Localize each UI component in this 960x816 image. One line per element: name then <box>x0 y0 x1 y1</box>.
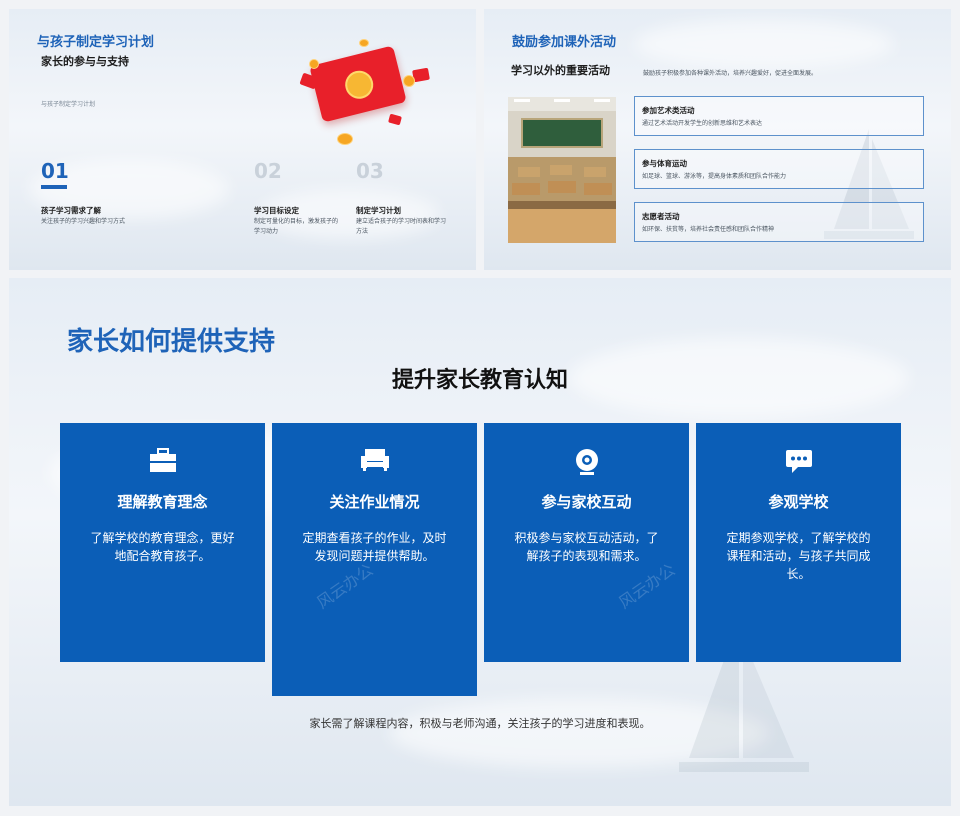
slide-description: 鼓励孩子积极参加各种课外活动，培养兴趣爱好，促进全面发展。 <box>643 70 818 77</box>
step-number: 01 <box>41 159 69 183</box>
classroom-photo <box>508 97 616 243</box>
step-heading: 孩子学习需求了解 <box>41 206 101 215</box>
step-heading: 制定学习计划 <box>356 206 401 215</box>
step-desc: 建立适合孩子的学习时间表和学习方法 <box>356 218 447 235</box>
step-active-bar <box>41 185 67 189</box>
slide-extracurricular[interactable]: 鼓励参加课外活动 学习以外的重要活动 鼓励孩子积极参加各种课外活动，培养兴趣爱好… <box>484 9 951 270</box>
activity-card: 志愿者活动 如环保、扶贫等，培养社会责任感和团队合作精神 <box>634 202 924 242</box>
card-desc: 积极参与家校互动活动，了解孩子的表现和需求。 <box>514 531 659 563</box>
support-card-homework: 关注作业情况 定期查看孩子的作业，及时发现问题并提供帮助。 风云办公 <box>272 423 477 696</box>
slide-subtitle: 家长的参与与支持 <box>41 55 129 68</box>
activity-card: 参加艺术类活动 通过艺术活动开发学生的创新思维和艺术表达 <box>634 96 924 136</box>
support-card-home-school: 参与家校互动 积极参与家校互动活动，了解孩子的表现和需求。 风云办公 <box>484 423 689 662</box>
slide-caption: 与孩子制定学习计划 <box>41 101 96 108</box>
slide-title: 鼓励参加课外活动 <box>512 35 617 50</box>
card-heading: 参与家校互动 <box>541 493 632 511</box>
card-heading: 参观学校 <box>768 493 829 511</box>
step-desc: 制定可量化的目标，激发孩子的学习动力 <box>254 218 339 235</box>
card-desc: 定期查看孩子的作业，及时发现问题并提供帮助。 <box>302 531 447 563</box>
chat-bubble-icon <box>696 447 901 477</box>
activity-heading: 参与体育运动 <box>642 159 687 168</box>
slide-subtitle: 提升家长教育认知 <box>391 368 568 393</box>
webcam-icon <box>484 447 689 477</box>
briefcase-icon <box>60 447 265 477</box>
activity-card: 参与体育运动 如足球、篮球、游泳等，提高身体素质和团队合作能力 <box>634 149 924 189</box>
slide-title: 家长如何提供支持 <box>67 327 276 357</box>
slide-subtitle: 学习以外的重要活动 <box>511 64 610 77</box>
slide-parent-support[interactable]: 家长如何提供支持 提升家长教育认知 理解教育理念 了解学校的教育理念，更好地配合… <box>9 278 951 806</box>
step-desc: 关注孩子的学习兴趣和学习方式 <box>41 218 126 225</box>
step-number: 02 <box>254 159 282 183</box>
activity-heading: 参加艺术类活动 <box>642 106 695 115</box>
slide-footer-note: 家长需了解课程内容，积极与老师沟通，关注孩子的学习进度和表现。 <box>309 717 651 730</box>
step-heading: 学习目标设定 <box>254 206 299 215</box>
activity-desc: 如足球、篮球、游泳等，提高身体素质和团队合作能力 <box>642 173 787 180</box>
card-desc: 了解学校的教育理念，更好地配合教育孩子。 <box>90 531 235 563</box>
step-number: 03 <box>356 159 384 183</box>
card-heading: 理解教育理念 <box>117 493 208 511</box>
support-card-visit-school: 参观学校 定期参观学校，了解学校的课程和活动，与孩子共同成长。 <box>696 423 901 662</box>
slide-title: 与孩子制定学习计划 <box>37 35 155 50</box>
watermark: 风云办公 <box>615 560 679 613</box>
card-heading: 关注作业情况 <box>329 493 420 511</box>
activity-heading: 志愿者活动 <box>642 212 680 221</box>
activity-desc: 如环保、扶贫等，培养社会责任感和团队合作精神 <box>642 226 775 233</box>
card-desc: 定期参观学校，了解学校的课程和活动，与孩子共同成长。 <box>726 531 871 581</box>
sofa-icon <box>272 447 477 477</box>
support-card-education-philosophy: 理解教育理念 了解学校的教育理念，更好地配合教育孩子。 <box>60 423 265 662</box>
watermark: 风云办公 <box>313 560 377 613</box>
slide-study-plan[interactable]: 与孩子制定学习计划 家长的参与与支持 与孩子制定学习计划 01 孩子学习需求了解… <box>9 9 476 270</box>
activity-desc: 通过艺术活动开发学生的创新思维和艺术表达 <box>642 120 763 127</box>
